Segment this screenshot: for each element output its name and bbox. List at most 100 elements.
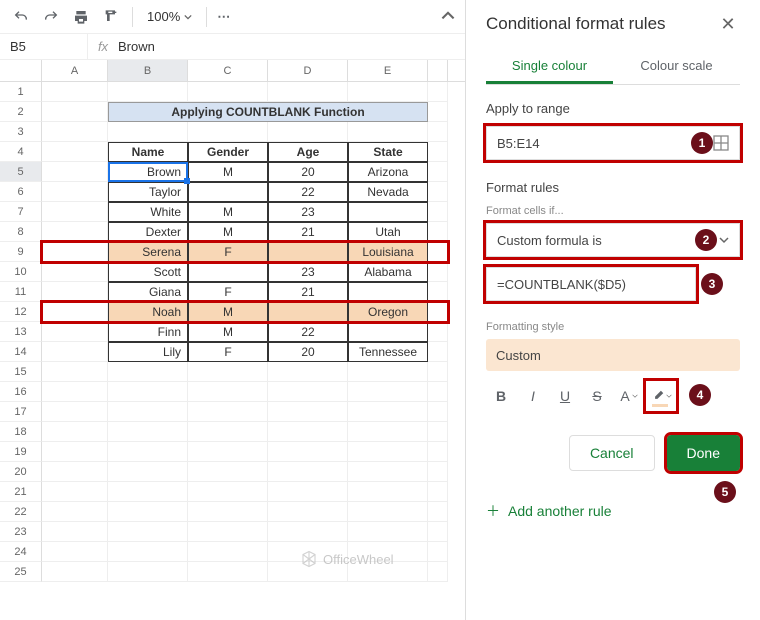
row-header[interactable]: 15: [0, 362, 42, 382]
cell[interactable]: [428, 422, 448, 442]
fill-color-button[interactable]: 4: [646, 381, 676, 411]
cell[interactable]: [108, 542, 188, 562]
cell[interactable]: [348, 482, 428, 502]
cell[interactable]: [348, 382, 428, 402]
cell[interactable]: [348, 282, 428, 302]
row-header[interactable]: 13: [0, 322, 42, 342]
cell[interactable]: 20: [268, 162, 348, 182]
cell[interactable]: [108, 82, 188, 102]
column-header[interactable]: [428, 60, 448, 81]
cell[interactable]: F: [188, 342, 268, 362]
cell[interactable]: [268, 422, 348, 442]
cell[interactable]: [42, 202, 108, 222]
cell[interactable]: Nevada: [348, 182, 428, 202]
column-header-D[interactable]: D: [268, 60, 348, 81]
row-header[interactable]: 18: [0, 422, 42, 442]
row-header[interactable]: 19: [0, 442, 42, 462]
cell[interactable]: [428, 122, 448, 142]
cell[interactable]: M: [188, 322, 268, 342]
cell[interactable]: Tennessee: [348, 342, 428, 362]
cell[interactable]: [188, 122, 268, 142]
cell[interactable]: [188, 362, 268, 382]
cancel-button[interactable]: Cancel: [569, 435, 655, 471]
cell[interactable]: [108, 462, 188, 482]
cell[interactable]: Lily: [108, 342, 188, 362]
cell[interactable]: [108, 422, 188, 442]
undo-icon[interactable]: [10, 6, 32, 28]
row-header[interactable]: 16: [0, 382, 42, 402]
cell[interactable]: [42, 462, 108, 482]
row-header[interactable]: 17: [0, 402, 42, 422]
cell[interactable]: [348, 422, 428, 442]
cell[interactable]: [428, 202, 448, 222]
cell[interactable]: [428, 82, 448, 102]
cell[interactable]: [348, 122, 428, 142]
formula-input[interactable]: =COUNTBLANK($D5) 3: [486, 267, 696, 301]
cell[interactable]: [428, 442, 448, 462]
style-preview[interactable]: Custom: [486, 339, 740, 371]
cell[interactable]: Name: [108, 142, 188, 162]
cell[interactable]: [348, 442, 428, 462]
row-header[interactable]: 22: [0, 502, 42, 522]
column-header-E[interactable]: E: [348, 60, 428, 81]
cell[interactable]: [42, 562, 108, 582]
cell[interactable]: [268, 382, 348, 402]
cell[interactable]: Scott: [108, 262, 188, 282]
cell[interactable]: [428, 222, 448, 242]
cell[interactable]: [42, 322, 108, 342]
cell[interactable]: Taylor: [108, 182, 188, 202]
condition-select[interactable]: Custom formula is 2: [486, 223, 740, 257]
cell[interactable]: [42, 162, 108, 182]
row-header[interactable]: 11: [0, 282, 42, 302]
cell[interactable]: 23: [268, 262, 348, 282]
cell[interactable]: [188, 442, 268, 462]
cell[interactable]: [188, 522, 268, 542]
cell[interactable]: F: [188, 282, 268, 302]
cell[interactable]: [42, 302, 108, 322]
row-header[interactable]: 10: [0, 262, 42, 282]
cell[interactable]: [428, 242, 448, 262]
row-header[interactable]: 4: [0, 142, 42, 162]
row-header[interactable]: 8: [0, 222, 42, 242]
cell[interactable]: [348, 502, 428, 522]
text-color-button[interactable]: A: [614, 381, 644, 411]
cell[interactable]: [268, 482, 348, 502]
range-picker-icon[interactable]: [713, 135, 729, 151]
cell[interactable]: [428, 262, 448, 282]
cell[interactable]: State: [348, 142, 428, 162]
row-header[interactable]: 6: [0, 182, 42, 202]
cell[interactable]: [348, 522, 428, 542]
cell[interactable]: Gender: [188, 142, 268, 162]
cell[interactable]: [108, 522, 188, 542]
cell[interactable]: [268, 302, 348, 322]
close-icon[interactable]: ✕: [716, 12, 740, 36]
cell[interactable]: 21: [268, 282, 348, 302]
row-header[interactable]: 24: [0, 542, 42, 562]
cell[interactable]: [428, 462, 448, 482]
cell[interactable]: 21: [268, 222, 348, 242]
paint-format-icon[interactable]: [100, 6, 122, 28]
cell[interactable]: [42, 182, 108, 202]
cell[interactable]: [428, 382, 448, 402]
cell[interactable]: [428, 522, 448, 542]
cell[interactable]: [348, 202, 428, 222]
cell[interactable]: [42, 502, 108, 522]
cell[interactable]: [42, 262, 108, 282]
add-another-rule[interactable]: ＋ Add another rule: [486, 501, 740, 521]
tab-single-colour[interactable]: Single colour: [486, 50, 613, 84]
row-header[interactable]: 25: [0, 562, 42, 582]
toolbar-more-icon[interactable]: ⋯: [217, 9, 231, 25]
name-box[interactable]: B5: [0, 34, 88, 59]
cell[interactable]: [428, 102, 448, 122]
cell[interactable]: [188, 462, 268, 482]
cell[interactable]: [108, 502, 188, 522]
cell[interactable]: [348, 402, 428, 422]
cell[interactable]: [42, 122, 108, 142]
cell[interactable]: [268, 442, 348, 462]
row-header[interactable]: 7: [0, 202, 42, 222]
formula-bar[interactable]: Brown: [118, 39, 155, 54]
cell[interactable]: Noah: [108, 302, 188, 322]
cell[interactable]: Finn: [108, 322, 188, 342]
bold-button[interactable]: B: [486, 381, 516, 411]
title-cell[interactable]: Applying COUNTBLANK Function: [108, 102, 428, 122]
